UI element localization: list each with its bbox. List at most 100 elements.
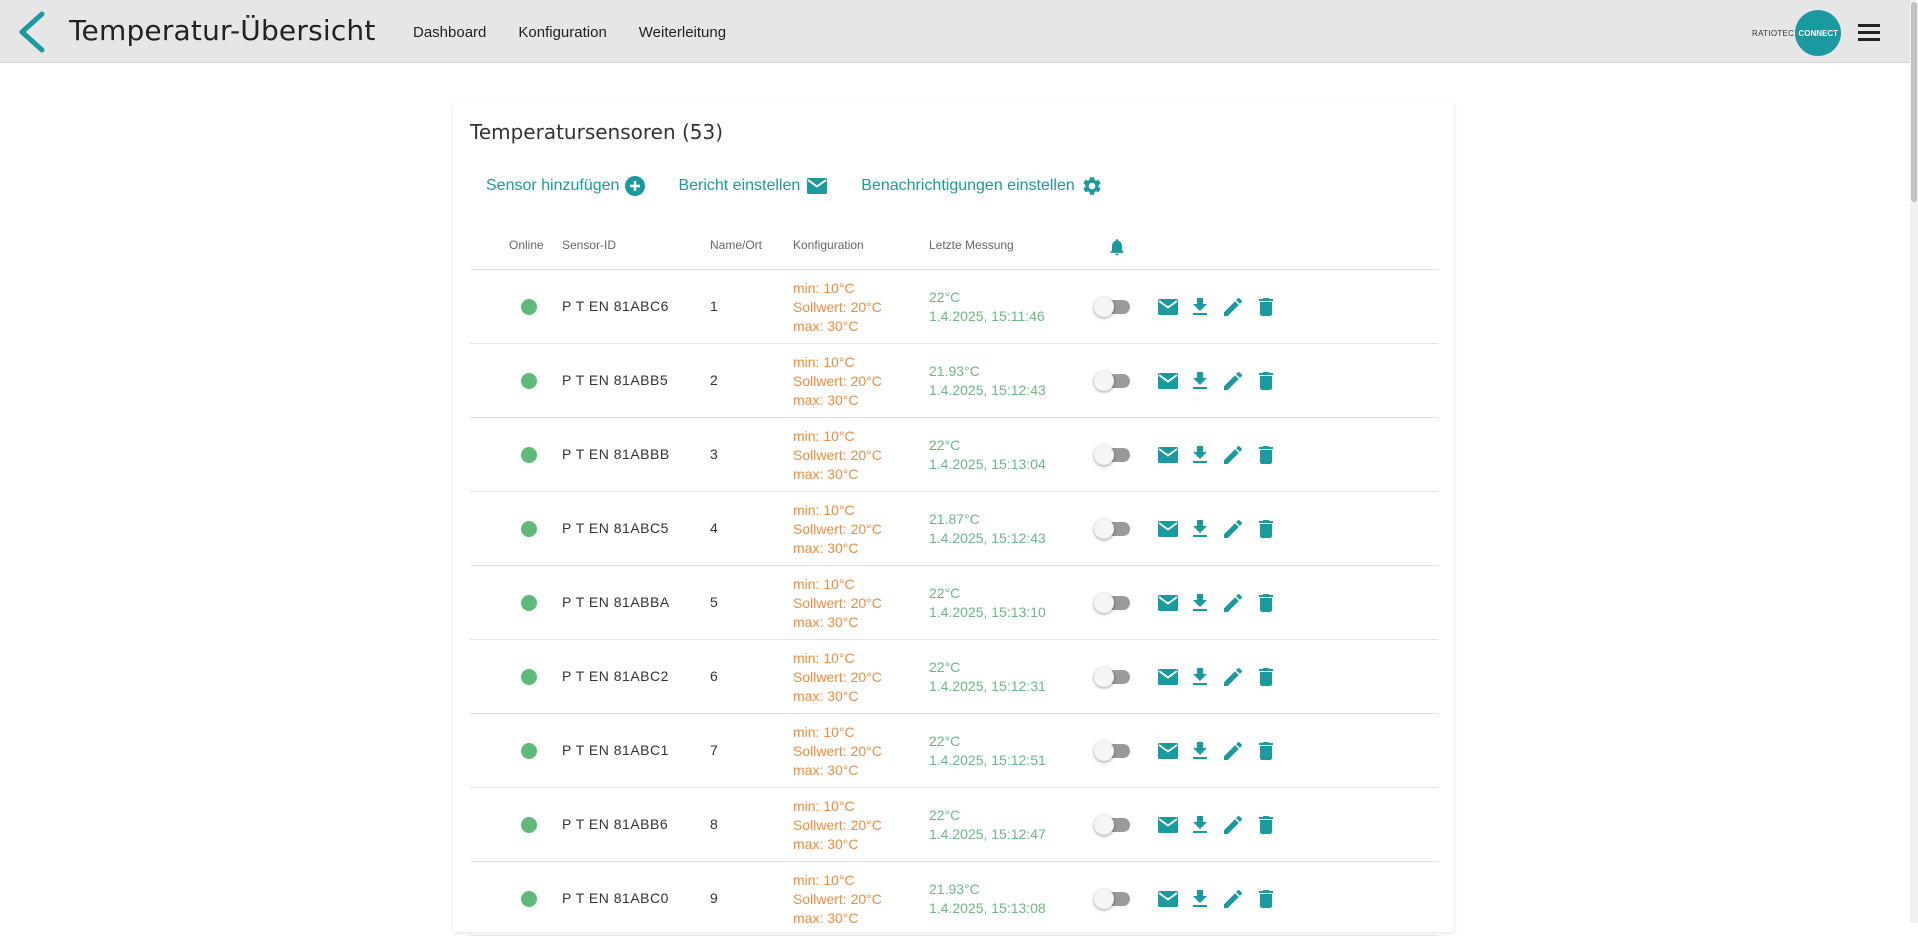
- hamburger-menu-icon[interactable]: [1858, 24, 1880, 42]
- email-icon[interactable]: [1156, 443, 1180, 467]
- table-row: P T EN 81ABBB 3 min: 10°C Sollwert: 20°C max…: [470, 418, 1438, 492]
- page-scrollbar[interactable]: [1910, 0, 1918, 923]
- config-max: max: 30°C: [793, 540, 859, 556]
- notification-toggle[interactable]: [1094, 889, 1130, 909]
- trash-icon[interactable]: [1254, 369, 1278, 393]
- nav-dashboard[interactable]: Dashboard: [413, 24, 486, 41]
- page-title: Temperatur-Übersicht: [69, 14, 376, 47]
- col-online: Online: [509, 238, 544, 252]
- report-settings-button[interactable]: Bericht einstellen: [678, 175, 828, 197]
- sensor-name: 1: [710, 298, 718, 314]
- config-setpoint: Sollwert: 20°C: [793, 373, 882, 389]
- edit-icon[interactable]: [1221, 443, 1245, 467]
- email-icon[interactable]: [1156, 887, 1180, 911]
- measurement-time: 1.4.2025, 15:12:51: [929, 752, 1046, 768]
- email-icon[interactable]: [1156, 517, 1180, 541]
- config-max: max: 30°C: [793, 688, 859, 704]
- sensor-config: min: 10°C Sollwert: 20°C max: 30°C: [793, 871, 882, 928]
- online-status-dot: [521, 817, 537, 833]
- edit-icon[interactable]: [1221, 369, 1245, 393]
- config-min: min: 10°C: [793, 428, 855, 444]
- measurement-temp: 21.87°C: [929, 511, 980, 527]
- trash-icon[interactable]: [1254, 295, 1278, 319]
- notification-toggle[interactable]: [1094, 593, 1130, 613]
- download-icon[interactable]: [1188, 665, 1212, 689]
- trash-icon[interactable]: [1254, 517, 1278, 541]
- measurement-time: 1.4.2025, 15:12:31: [929, 678, 1046, 694]
- sensor-config: min: 10°C Sollwert: 20°C max: 30°C: [793, 353, 882, 410]
- download-icon[interactable]: [1188, 813, 1212, 837]
- measurement-temp: 22°C: [929, 585, 961, 601]
- nav-weiterleitung[interactable]: Weiterleitung: [639, 24, 726, 41]
- download-icon[interactable]: [1188, 739, 1212, 763]
- notification-toggle[interactable]: [1094, 445, 1130, 465]
- email-icon[interactable]: [1156, 739, 1180, 763]
- nav-konfiguration[interactable]: Konfiguration: [518, 24, 606, 41]
- measurement-time: 1.4.2025, 15:12:47: [929, 826, 1046, 842]
- sensor-id: P T EN 81ABC2: [562, 668, 669, 684]
- notification-toggle[interactable]: [1094, 371, 1130, 391]
- measurement-temp: 22°C: [929, 437, 961, 453]
- sensor-config: min: 10°C Sollwert: 20°C max: 30°C: [793, 649, 882, 706]
- scrollbar-thumb[interactable]: [1911, 2, 1917, 202]
- email-icon[interactable]: [1156, 665, 1180, 689]
- chevron-left-icon[interactable]: [14, 11, 50, 53]
- email-icon[interactable]: [1156, 591, 1180, 615]
- trash-icon[interactable]: [1254, 739, 1278, 763]
- sensor-id: P T EN 81ABC1: [562, 742, 669, 758]
- edit-icon[interactable]: [1221, 813, 1245, 837]
- edit-icon[interactable]: [1221, 739, 1245, 763]
- download-icon[interactable]: [1188, 369, 1212, 393]
- col-sensor-id: Sensor-ID: [562, 238, 617, 252]
- online-status-dot: [521, 891, 537, 907]
- table-row: P T EN 81ABC2 6 min: 10°C Sollwert: 20°C max…: [470, 640, 1438, 714]
- sensor-config: min: 10°C Sollwert: 20°C max: 30°C: [793, 575, 882, 632]
- trash-icon[interactable]: [1254, 443, 1278, 467]
- notification-toggle[interactable]: [1094, 667, 1130, 687]
- download-icon[interactable]: [1188, 591, 1212, 615]
- notification-toggle[interactable]: [1094, 815, 1130, 835]
- table-header: Online Sensor-ID Name/Ort Konfiguration …: [470, 228, 1438, 270]
- edit-icon[interactable]: [1221, 295, 1245, 319]
- measurement-temp: 21.93°C: [929, 363, 980, 379]
- edit-icon[interactable]: [1221, 591, 1245, 615]
- trash-icon[interactable]: [1254, 591, 1278, 615]
- trash-icon[interactable]: [1254, 813, 1278, 837]
- table-row: P T EN 81ABC6 1 min: 10°C Sollwert: 20°C max…: [470, 270, 1438, 344]
- email-icon[interactable]: [1156, 369, 1180, 393]
- online-status-dot: [521, 299, 537, 315]
- notification-settings-button[interactable]: Benachrichtigungen einstellen: [861, 175, 1102, 197]
- table-row: P T EN 81ABB5 2 min: 10°C Sollwert: 20°C max…: [470, 344, 1438, 418]
- config-setpoint: Sollwert: 20°C: [793, 817, 882, 833]
- sensor-id: P T EN 81ABB5: [562, 372, 669, 388]
- online-status-dot: [521, 521, 537, 537]
- email-icon[interactable]: [1156, 295, 1180, 319]
- download-icon[interactable]: [1188, 443, 1212, 467]
- bell-icon: [1110, 239, 1124, 256]
- notification-settings-label: Benachrichtigungen einstellen: [861, 177, 1075, 194]
- trash-icon[interactable]: [1254, 887, 1278, 911]
- edit-icon[interactable]: [1221, 887, 1245, 911]
- download-icon[interactable]: [1188, 517, 1212, 541]
- sensor-id: P T EN 81ABC0: [562, 890, 669, 906]
- sensor-config: min: 10°C Sollwert: 20°C max: 30°C: [793, 427, 882, 484]
- trash-icon[interactable]: [1254, 665, 1278, 689]
- measurement-temp: 21.93°C: [929, 881, 980, 897]
- config-min: min: 10°C: [793, 872, 855, 888]
- config-setpoint: Sollwert: 20°C: [793, 669, 882, 685]
- email-icon[interactable]: [1156, 813, 1180, 837]
- last-measurement: 22°C 1.4.2025, 15:12:47: [929, 806, 1046, 844]
- add-sensor-button[interactable]: Sensor hinzufügen: [486, 175, 646, 197]
- col-name: Name/Ort: [710, 238, 763, 252]
- last-measurement: 22°C 1.4.2025, 15:11:46: [929, 288, 1045, 326]
- notification-toggle[interactable]: [1094, 741, 1130, 761]
- sensor-id: P T EN 81ABC5: [562, 520, 669, 536]
- notification-toggle[interactable]: [1094, 297, 1130, 317]
- notification-toggle[interactable]: [1094, 519, 1130, 539]
- sensor-id: P T EN 81ABBB: [562, 446, 670, 462]
- download-icon[interactable]: [1188, 887, 1212, 911]
- brand-text: RATIOTEC: [1752, 28, 1795, 38]
- edit-icon[interactable]: [1221, 665, 1245, 689]
- edit-icon[interactable]: [1221, 517, 1245, 541]
- download-icon[interactable]: [1188, 295, 1212, 319]
